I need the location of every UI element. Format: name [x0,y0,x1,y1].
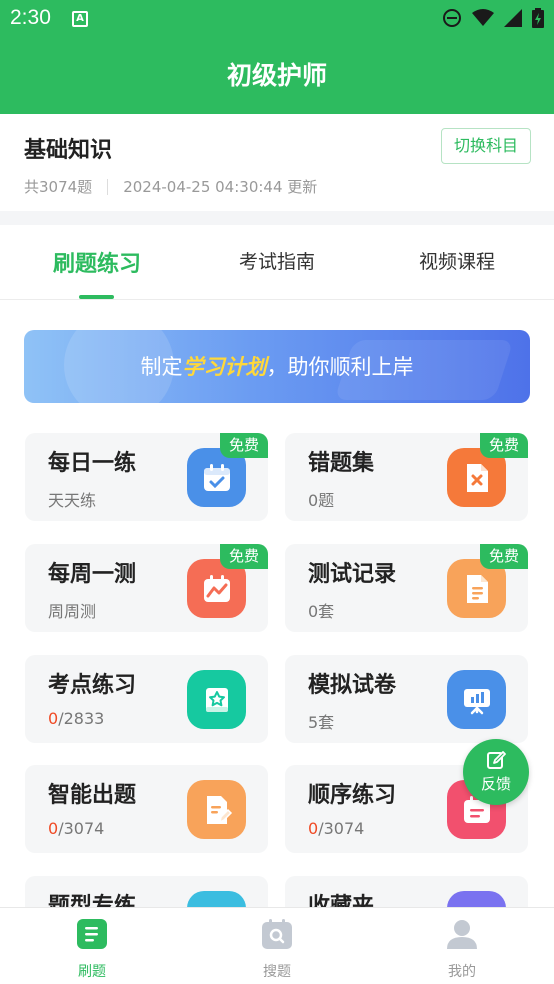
subject-panel: 基础知识 切换科目 共3074题 2024-04-25 04:30:44 更新 [0,114,554,211]
edit-feedback-icon [487,751,506,769]
subject-meta: 共3074题 2024-04-25 04:30:44 更新 [24,176,317,197]
presentation-icon [447,670,506,729]
card-test-records[interactable]: 测试记录 0套 免费 [285,544,528,632]
free-badge: 免费 [220,433,268,458]
card-title: 模拟试卷 [308,673,397,698]
nav-practice[interactable]: 刷题 [52,918,132,981]
card-progress: 0/2833 [48,709,104,728]
battery-icon [532,8,544,28]
card-topic-practice[interactable]: 考点练习 0/2833 [25,655,268,743]
signal-icon [504,9,522,27]
nav-label: 我的 [448,964,476,980]
bottom-nav: 刷题 搜题 我的 [0,907,554,984]
dnd-icon [443,9,461,27]
edit-file-icon [187,780,246,839]
nav-profile[interactable]: 我的 [422,918,502,981]
wifi-icon [472,9,494,26]
nav-label: 刷题 [78,964,106,980]
card-progress: 0/3074 [308,819,364,838]
card-title: 考点练习 [48,673,137,698]
free-badge: 免费 [480,544,528,569]
subject-name: 基础知识 [24,138,113,163]
section-gap [0,211,554,225]
card-title: 错题集 [308,451,375,476]
progress-done: 0 [48,819,59,838]
feedback-label: 反馈 [480,775,511,793]
search-questions-icon [262,919,292,949]
nav-label: 搜题 [263,964,291,980]
practice-book-icon [77,919,107,949]
tab-bar: 刷题练习 考试指南 视频课程 [0,225,554,300]
star-book-icon [187,670,246,729]
progress-done: 0 [48,709,59,728]
card-subtitle: 5套 [308,713,335,732]
feedback-button[interactable]: 反馈 [463,739,529,805]
banner-prefix: 制定 [140,355,183,379]
nav-search[interactable]: 搜题 [237,918,317,981]
card-title: 每日一练 [48,451,137,476]
question-count: 共3074题 [24,178,93,196]
card-progress: 0/3074 [48,819,104,838]
update-time: 2024-04-25 04:30:44 更新 [123,178,318,196]
free-badge: 免费 [220,544,268,569]
banner-text: 制定学习计划，助你顺利上岸 [24,351,530,381]
free-badge: 免费 [480,433,528,458]
card-title: 顺序练习 [308,783,397,808]
progress-total: /2833 [58,709,105,728]
active-tab-indicator [79,295,114,299]
user-icon [447,920,477,949]
tab-video-courses[interactable]: 视频课程 [367,247,547,274]
tab-exam-guide[interactable]: 考试指南 [187,247,367,274]
app-header: 2:30 A 初级护师 [0,0,554,114]
study-plan-banner[interactable]: 制定学习计划，助你顺利上岸 [24,330,530,403]
card-wrong-questions[interactable]: 错题集 0题 免费 [285,433,528,521]
banner-highlight: 学习计划 [182,355,267,379]
banner-suffix: ，助你顺利上岸 [266,355,414,379]
page-title: 初级护师 [226,61,327,90]
app-notification-icon: A [72,11,88,27]
card-weekly-test[interactable]: 每周一测 周周测 免费 [25,544,268,632]
card-title: 智能出题 [48,783,137,808]
card-title: 每周一测 [48,562,137,587]
card-daily-practice[interactable]: 每日一练 天天练 免费 [25,433,268,521]
progress-total: /3074 [318,819,365,838]
card-subtitle: 天天练 [48,491,97,510]
card-subtitle: 0题 [308,491,335,510]
switch-subject-button[interactable]: 切换科目 [441,128,531,164]
progress-total: /3074 [58,819,105,838]
status-time: 2:30 [10,6,51,29]
card-subtitle: 周周测 [48,602,97,621]
meta-divider [107,178,109,195]
card-subtitle: 0套 [308,602,335,621]
card-title: 测试记录 [308,562,397,587]
status-icons [442,8,544,28]
card-smart-questions[interactable]: 智能出题 0/3074 [25,765,268,853]
tab-practice[interactable]: 刷题练习 [7,246,187,278]
progress-done: 0 [308,819,319,838]
card-mock-exam[interactable]: 模拟试卷 5套 [285,655,528,743]
